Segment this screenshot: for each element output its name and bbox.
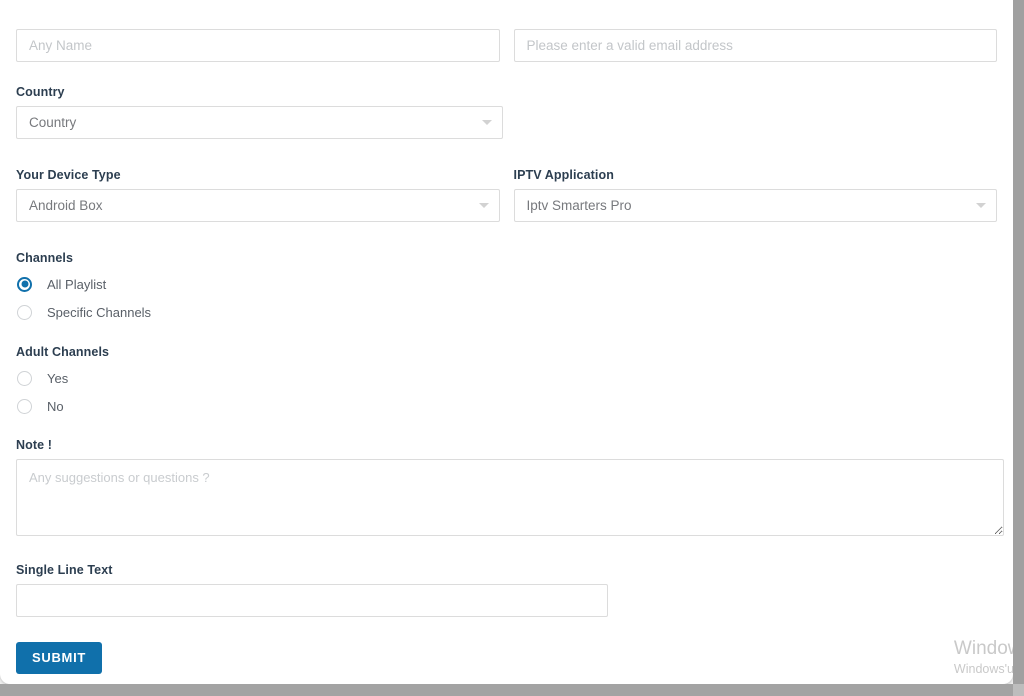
note-field-group: Note ! <box>16 438 1004 541</box>
radio-label: No <box>47 398 64 414</box>
horizontal-scrollbar[interactable] <box>0 684 1024 696</box>
adult-channels-field-group: Adult Channels Yes No <box>16 345 503 422</box>
country-select[interactable]: Country <box>16 106 503 139</box>
scrollbar-corner <box>1013 684 1024 696</box>
name-field-group <box>16 29 500 62</box>
radio-icon[interactable] <box>17 398 32 414</box>
radio-icon-selected[interactable] <box>17 276 32 292</box>
submit-button[interactable]: SUBMIT <box>16 642 103 674</box>
name-email-row <box>16 29 997 62</box>
radio-label: All Playlist <box>47 276 107 292</box>
single-line-text-label: Single Line Text <box>16 563 113 577</box>
radio-label: Yes <box>47 370 69 386</box>
email-field-group <box>513 29 997 62</box>
radio-option-all-playlist[interactable]: All Playlist <box>16 272 503 296</box>
note-label: Note ! <box>16 438 53 452</box>
vertical-scrollbar[interactable] <box>1013 0 1024 684</box>
iptv-application-select[interactable]: Iptv Smarters Pro <box>513 189 997 222</box>
country-field-group: Country Country <box>16 85 503 139</box>
iptv-application-field-group: IPTV Application Iptv Smarters Pro <box>513 168 997 222</box>
iptv-application-label: IPTV Application <box>513 168 614 182</box>
adult-channels-radio-group: Yes No <box>16 366 503 418</box>
radio-icon[interactable] <box>17 370 32 386</box>
country-row: Country Country <box>16 85 503 139</box>
radio-label: Specific Channels <box>47 304 152 320</box>
horizontal-scrollbar-thumb[interactable] <box>0 684 1024 696</box>
email-input[interactable] <box>513 29 997 62</box>
radio-option-no[interactable]: No <box>16 394 503 418</box>
single-line-text-input[interactable] <box>16 584 608 617</box>
contact-form: Country Country Your Device Type Android… <box>0 18 1024 696</box>
device-application-row: Your Device Type Android Box IPTV Applic… <box>16 168 997 222</box>
radio-option-specific-channels[interactable]: Specific Channels <box>16 300 503 324</box>
iptv-application-select-wrap: Iptv Smarters Pro <box>513 189 997 222</box>
name-input[interactable] <box>16 29 500 62</box>
single-line-text-field-group: Single Line Text <box>16 563 608 617</box>
browser-viewport: Country Country Your Device Type Android… <box>0 0 1024 696</box>
channels-label: Channels <box>16 251 74 265</box>
submit-row: SUBMIT <box>16 642 103 674</box>
device-type-label: Your Device Type <box>16 168 121 182</box>
adult-channels-label: Adult Channels <box>16 345 110 359</box>
radio-icon[interactable] <box>17 304 32 320</box>
device-type-select[interactable]: Android Box <box>16 189 500 222</box>
country-label: Country <box>16 85 65 99</box>
device-type-select-wrap: Android Box <box>16 189 500 222</box>
channels-radio-group: All Playlist Specific Channels <box>16 272 503 324</box>
channels-field-group: Channels All Playlist Specific Channels <box>16 251 503 328</box>
vertical-scrollbar-thumb[interactable] <box>1013 0 1024 684</box>
country-select-wrap: Country <box>16 106 503 139</box>
device-type-field-group: Your Device Type Android Box <box>16 168 500 222</box>
note-textarea[interactable] <box>16 459 1004 536</box>
radio-option-yes[interactable]: Yes <box>16 366 503 390</box>
